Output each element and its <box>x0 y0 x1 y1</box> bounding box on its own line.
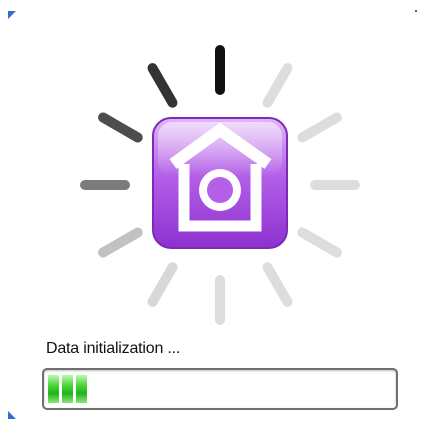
splash-window: Data initialization ... <box>0 0 422 428</box>
spinner-spoke <box>297 227 342 258</box>
spinner-spoke <box>98 112 143 143</box>
corner-marker-bottom-left <box>8 411 16 419</box>
progress-block <box>62 375 73 403</box>
progress-bar-fill <box>48 375 87 403</box>
progress-block <box>76 375 87 403</box>
spinner-spoke <box>98 227 143 258</box>
progress-block <box>48 375 59 403</box>
spinner-spoke <box>262 63 293 108</box>
loading-spinner-icon <box>80 45 360 325</box>
spinner-spoke <box>147 262 178 307</box>
spinner-spoke <box>262 262 293 307</box>
spinner-spoke <box>147 63 178 108</box>
progress-bar <box>42 368 398 410</box>
status-text: Data initialization ... <box>46 340 181 357</box>
home-camera-icon <box>152 117 288 249</box>
spinner-spoke <box>297 112 342 143</box>
